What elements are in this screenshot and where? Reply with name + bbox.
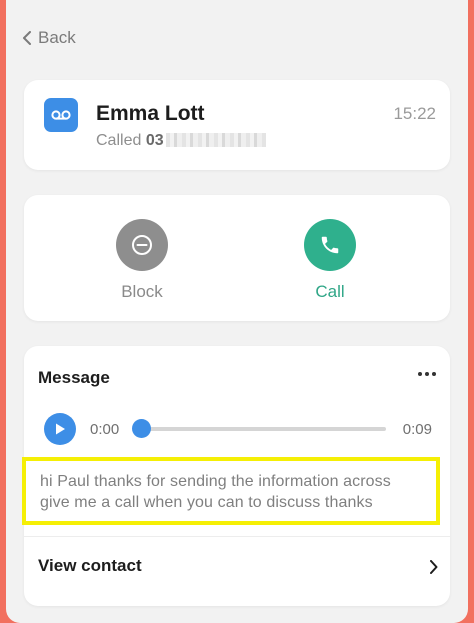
block-icon	[116, 219, 168, 271]
message-card: Message 0:00 0:09 hi Paul thanks for sen…	[22, 346, 450, 606]
called-prefix: Called	[96, 132, 142, 149]
caller-number-line: Called 03	[96, 132, 266, 150]
call-time: 15:22	[393, 104, 436, 123]
caller-number: 03	[145, 132, 164, 149]
transcript-highlight: hi Paul thanks for sending the informati…	[22, 457, 440, 525]
audio-scrubber-thumb[interactable]	[132, 419, 151, 438]
back-label: Back	[38, 28, 76, 47]
call-button[interactable]: Call	[285, 219, 375, 302]
caller-name: Emma Lott	[96, 102, 205, 125]
voicemail-screen: Back Emma Lott Called 03 15:22 Block Cal…	[6, 0, 468, 623]
play-button[interactable]	[44, 413, 76, 445]
actions-card: Block Call	[24, 195, 450, 321]
duration: 0:09	[402, 421, 432, 438]
message-title: Message	[38, 368, 110, 387]
current-time: 0:00	[90, 421, 120, 438]
chevron-left-icon	[23, 31, 31, 45]
transcript-line: give me a call when you can to discuss t…	[40, 494, 373, 511]
block-button[interactable]: Block	[97, 219, 187, 302]
more-options-icon[interactable]	[418, 372, 436, 376]
block-label: Block	[121, 282, 163, 301]
view-contact-label: View contact	[38, 556, 142, 575]
transcript-line: hi Paul thanks for sending the informati…	[40, 473, 391, 490]
phone-icon	[304, 219, 356, 271]
back-button[interactable]: Back	[22, 28, 76, 48]
voicemail-icon	[44, 98, 78, 132]
chevron-right-icon	[430, 560, 438, 574]
call-label: Call	[315, 282, 345, 301]
play-icon	[56, 423, 65, 435]
caller-card: Emma Lott Called 03 15:22	[24, 80, 450, 170]
redacted-number	[165, 133, 266, 147]
audio-progress-track[interactable]	[142, 427, 386, 431]
view-contact-row[interactable]: View contact	[24, 537, 450, 597]
